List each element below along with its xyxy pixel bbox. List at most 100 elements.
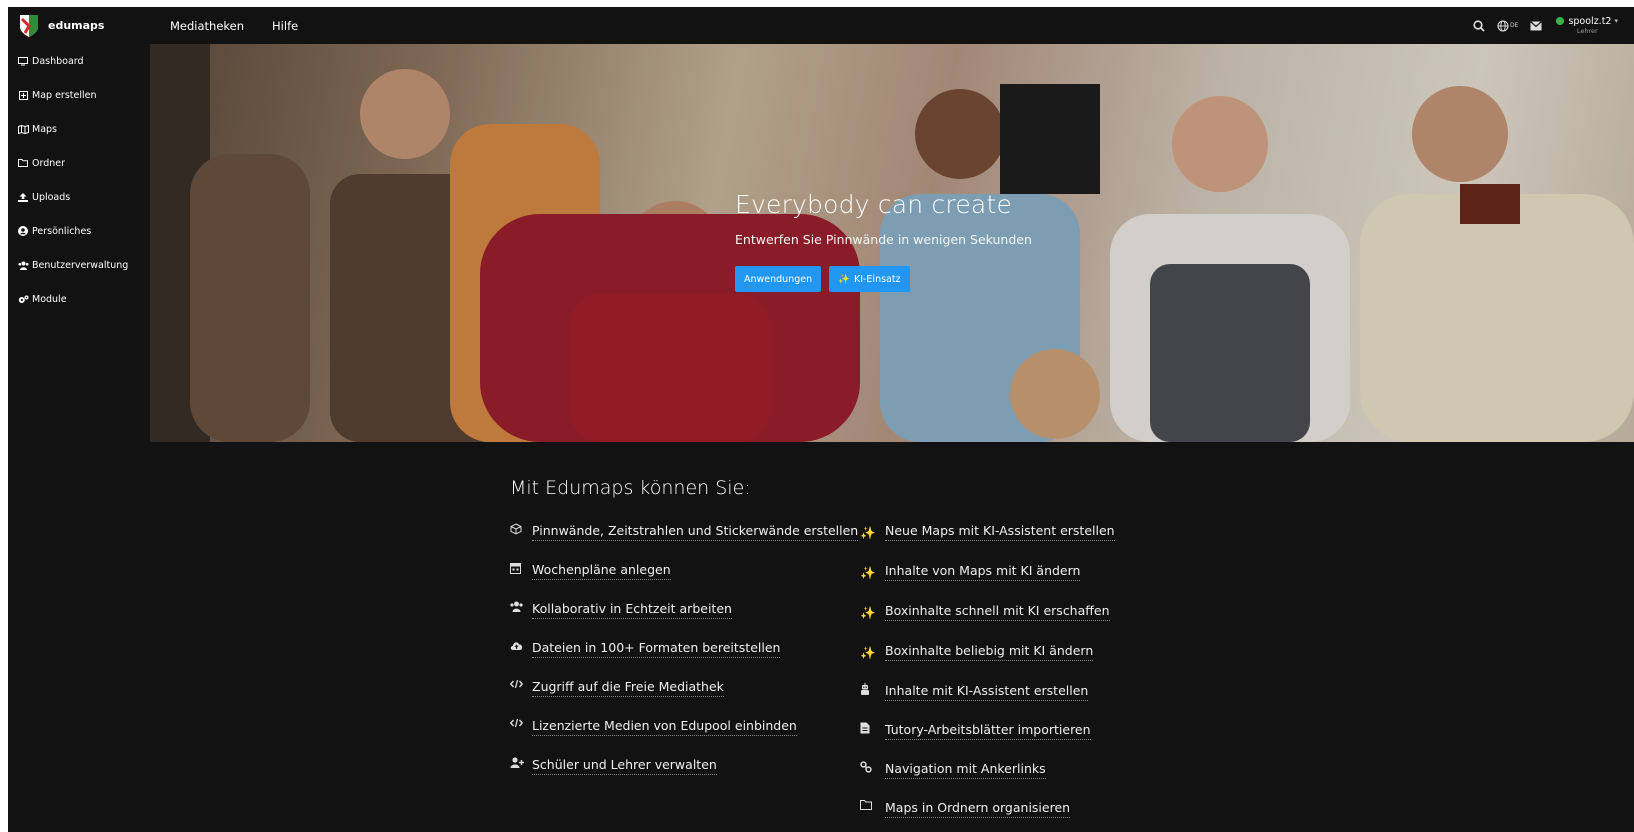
online-status-icon <box>1556 17 1565 26</box>
feature-text[interactable]: Inhalte mit KI-Assistent erstellen <box>885 681 1089 701</box>
feature-item: ✨ Boxinhalte beliebig mit KI ändern <box>860 641 1210 662</box>
feature-item: Navigation mit Ankerlinks <box>860 759 1210 779</box>
language-selector[interactable]: DE <box>1497 19 1519 32</box>
features-section: Mit Edumaps können Sie: Pinnwände, Zeits… <box>510 477 1210 832</box>
feature-text[interactable]: Tutory-Arbeitsblätter importieren <box>885 720 1091 740</box>
folder-icon <box>17 159 29 167</box>
user-name: spoolz.t2 <box>1568 15 1612 27</box>
feature-text[interactable]: Pinnwände, Zeitstrahlen und Stickerwände… <box>532 521 859 541</box>
sparkle-icon: ✨ <box>860 565 876 580</box>
sidebar-item-label: Dashboard <box>32 55 84 67</box>
mail-icon[interactable] <box>1530 20 1543 31</box>
hero-banner: Everybody can create Entwerfen Sie Pinnw… <box>150 44 1634 442</box>
globe-icon <box>1497 19 1509 32</box>
sidebar-item-label: Map erstellen <box>32 89 97 101</box>
sidebar-item-ordner[interactable]: Ordner <box>8 146 145 180</box>
feature-item: Schüler und Lehrer verwalten <box>510 755 860 775</box>
feature-item: ✨ Neue Maps mit KI-Assistent erstellen <box>860 521 1210 542</box>
sidebar-item-label: Uploads <box>32 191 71 203</box>
sidebar-item-uploads[interactable]: Uploads <box>8 180 145 214</box>
sidebar: Dashboard Map erstellen Maps Ordner Uplo… <box>8 44 145 832</box>
features-title: Mit Edumaps können Sie: <box>510 477 751 499</box>
sparkle-icon: ✨ <box>860 605 876 620</box>
user-circle-icon <box>17 226 29 236</box>
cloud-upload-icon <box>510 638 532 650</box>
sidebar-item-dashboard[interactable]: Dashboard <box>8 44 145 78</box>
hero-content: Everybody can create Entwerfen Sie Pinnw… <box>735 190 1032 292</box>
feature-item: Tutory-Arbeitsblätter importieren <box>860 720 1210 740</box>
feature-text[interactable]: Wochenpläne anlegen <box>532 560 671 580</box>
sparkle-icon: ✨ <box>838 273 850 285</box>
ki-einsatz-label: KI-Einsatz <box>853 273 901 285</box>
feature-text[interactable]: Kollaborativ in Echtzeit arbeiten <box>532 599 732 619</box>
feature-text[interactable]: Zugriff auf die Freie Mediathek <box>532 677 724 697</box>
feature-text[interactable]: Neue Maps mit KI-Assistent erstellen <box>885 521 1115 541</box>
users-icon <box>17 261 29 270</box>
user-role: Lehrer <box>1576 27 1598 35</box>
hero-subtitle: Entwerfen Sie Pinnwände in wenigen Sekun… <box>735 232 1032 247</box>
code-icon <box>510 677 532 689</box>
user-plus-icon <box>510 755 532 768</box>
feature-text[interactable]: Maps in Ordnern organisieren <box>885 798 1071 818</box>
nav-mediatheken[interactable]: Mediatheken <box>170 19 244 33</box>
feature-text[interactable]: Dateien in 100+ Formaten bereitstellen <box>532 638 781 658</box>
feature-item: Zugriff auf die Freie Mediathek <box>510 677 860 697</box>
cube-icon <box>510 521 532 535</box>
sparkle-icon: ✨ <box>860 645 876 660</box>
feature-item: Inhalte mit KI-Assistent erstellen <box>860 681 1210 701</box>
sidebar-item-map-erstellen[interactable]: Map erstellen <box>8 78 145 112</box>
features-left-column: Pinnwände, Zeitstrahlen und Stickerwände… <box>510 521 860 832</box>
feature-text[interactable]: Navigation mit Ankerlinks <box>885 759 1046 779</box>
plus-square-icon <box>17 90 29 100</box>
brand-name: edumaps <box>48 19 105 32</box>
upload-icon <box>17 192 29 202</box>
sidebar-item-label: Persönliches <box>32 225 92 237</box>
top-nav: Mediatheken Hilfe <box>170 19 326 33</box>
folder-icon <box>860 798 885 810</box>
ki-einsatz-button[interactable]: ✨ KI-Einsatz <box>829 266 910 292</box>
code-icon <box>510 716 532 728</box>
sidebar-item-label: Benutzerverwaltung <box>32 259 129 271</box>
search-icon[interactable] <box>1473 19 1485 32</box>
feature-item: Maps in Ordnern organisieren <box>860 798 1210 818</box>
app-frame: edumaps Mediatheken Hilfe DE spoolz.t2 ▾ <box>8 7 1634 832</box>
anwendungen-button[interactable]: Anwendungen <box>735 266 822 292</box>
feature-item: ✨ Inhalte von Maps mit KI ändern <box>860 561 1210 582</box>
sparkle-icon: ✨ <box>860 525 876 540</box>
sidebar-item-label: Maps <box>32 123 57 135</box>
chevron-down-icon: ▾ <box>1614 16 1618 25</box>
sidebar-item-benutzerverwaltung[interactable]: Benutzerverwaltung <box>8 248 145 282</box>
logo-icon <box>20 14 38 37</box>
feature-item: Kollaborativ in Echtzeit arbeiten <box>510 599 860 619</box>
feature-text[interactable]: Lizenzierte Medien von Edupool einbinden <box>532 716 797 736</box>
language-code: DE <box>1510 22 1519 29</box>
link-icon <box>860 759 885 773</box>
feature-text[interactable]: Boxinhalte beliebig mit KI ändern <box>885 641 1094 661</box>
top-bar: edumaps Mediatheken Hilfe DE spoolz.t2 ▾ <box>8 7 1634 44</box>
monitor-icon <box>17 56 29 66</box>
feature-item: Lizenzierte Medien von Edupool einbinden <box>510 716 860 736</box>
hero-title: Everybody can create <box>735 190 1013 219</box>
top-right-tools: DE spoolz.t2 ▾ Lehrer <box>1461 7 1618 44</box>
sidebar-item-maps[interactable]: Maps <box>8 112 145 146</box>
brand[interactable]: edumaps <box>8 13 150 39</box>
cogs-icon <box>17 295 29 304</box>
features-right-column: ✨ Neue Maps mit KI-Assistent erstellen ✨… <box>860 521 1210 832</box>
map-icon <box>17 124 29 134</box>
user-menu[interactable]: spoolz.t2 ▾ Lehrer <box>1556 15 1618 35</box>
sidebar-item-label: Module <box>32 293 67 305</box>
sidebar-item-persoenliches[interactable]: Persönliches <box>8 214 145 248</box>
feature-text[interactable]: Inhalte von Maps mit KI ändern <box>885 561 1081 581</box>
feature-text[interactable]: Schüler und Lehrer verwalten <box>532 755 717 775</box>
feature-item: Dateien in 100+ Formaten bereitstellen <box>510 638 860 658</box>
users-icon <box>510 599 532 612</box>
sidebar-item-module[interactable]: Module <box>8 282 145 316</box>
nav-hilfe[interactable]: Hilfe <box>272 19 298 33</box>
robot-icon <box>860 681 885 695</box>
file-icon <box>860 720 885 734</box>
feature-item: Pinnwände, Zeitstrahlen und Stickerwände… <box>510 521 860 541</box>
feature-item: ✨ Boxinhalte schnell mit KI erschaffen <box>860 601 1210 622</box>
feature-item: Wochenpläne anlegen <box>510 560 860 580</box>
calendar-icon <box>510 560 532 574</box>
feature-text[interactable]: Boxinhalte schnell mit KI erschaffen <box>885 601 1110 621</box>
